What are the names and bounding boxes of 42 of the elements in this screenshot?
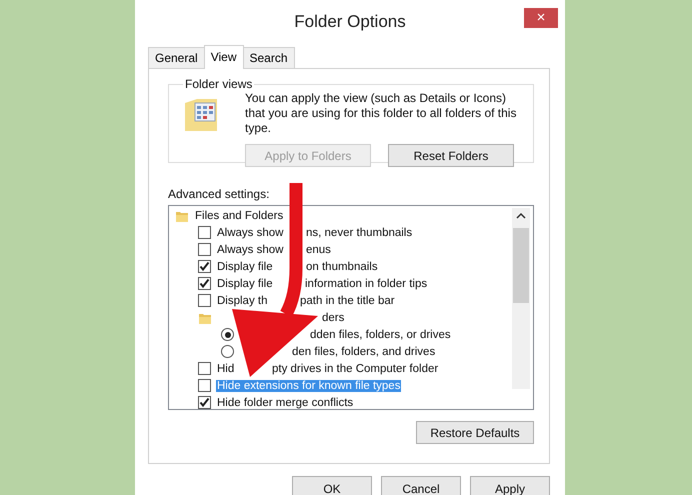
restore-defaults-button[interactable]: Restore Defaults xyxy=(416,421,534,444)
checkbox[interactable] xyxy=(198,260,211,273)
setting-label[interactable]: Display file xyxy=(216,260,274,272)
description-text: You can apply the view (such as Details or Icons) that you are using for this folder to all folders of this type. xyxy=(245,91,518,136)
checkbox[interactable] xyxy=(198,226,211,239)
scrollbar[interactable] xyxy=(512,208,530,389)
dialog-button[interactable]: OK xyxy=(292,476,372,495)
setting-label[interactable]: Files and Folders xyxy=(194,210,284,222)
checkbox[interactable] xyxy=(198,294,211,307)
caret-icon xyxy=(516,212,526,220)
setting-label[interactable]: Display file xyxy=(216,278,274,290)
setting-label[interactable]: information in folder tips xyxy=(304,278,428,290)
radio-button[interactable] xyxy=(221,328,234,341)
setting-label[interactable]: Always show xyxy=(216,226,284,238)
dialog-button[interactable]: Cancel xyxy=(381,476,461,495)
checkbox[interactable] xyxy=(198,396,211,409)
setting-label[interactable]: path in the title bar xyxy=(299,294,396,306)
radio-button[interactable] xyxy=(221,345,234,358)
setting-label[interactable]: on thumbnails xyxy=(305,260,379,272)
window-title: Folder Options xyxy=(294,12,406,32)
setting-label[interactable]: Hid xyxy=(216,362,236,374)
checkbox[interactable] xyxy=(198,362,211,375)
tab[interactable]: General xyxy=(148,47,205,68)
setting-label[interactable]: dden files, folders, or drives xyxy=(309,328,452,340)
setting-label[interactable]: Display th xyxy=(216,294,268,306)
checkbox[interactable] xyxy=(198,379,211,392)
setting-label[interactable]: pty drives in the Computer folder xyxy=(271,362,440,374)
section-label: Advanced settings: xyxy=(168,187,270,201)
setting-label[interactable]: den files, folders, and drives xyxy=(291,346,436,358)
checkbox[interactable] xyxy=(198,243,211,256)
setting-label[interactable]: ders xyxy=(321,312,346,324)
setting-label[interactable]: enus xyxy=(305,244,332,256)
setting-label[interactable]: Always show xyxy=(216,244,284,256)
group-label: Folder views xyxy=(184,77,254,91)
setting-label[interactable]: ns, never thumbnails xyxy=(305,226,414,238)
folder-view-icon xyxy=(183,97,219,133)
tab[interactable]: Search xyxy=(242,47,295,68)
close-button[interactable]: × xyxy=(524,8,558,28)
tab[interactable]: View xyxy=(204,45,244,69)
folder-button[interactable]: Reset Folders xyxy=(388,144,514,167)
checkbox[interactable] xyxy=(198,277,211,290)
setting-label[interactable]: Hide folder merge conflicts xyxy=(216,396,354,408)
